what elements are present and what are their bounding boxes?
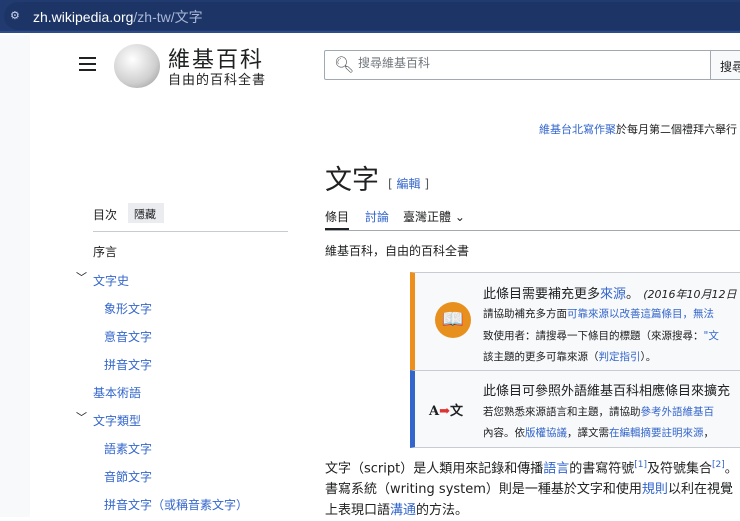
divider: [325, 230, 740, 231]
variant-dropdown[interactable]: 臺灣正體 ⌄: [403, 208, 465, 225]
search-input[interactable]: [358, 56, 698, 70]
site-notice: 維基台北寫作聚於每月第二個禮拜六舉行: [539, 121, 737, 137]
language-link[interactable]: 語言: [543, 461, 569, 476]
sources-link[interactable]: 來源: [600, 287, 626, 302]
toc-item[interactable]: 文字史: [93, 272, 129, 289]
search-box[interactable]: 🔍︎: [324, 50, 714, 80]
address-bar[interactable]: ⚙ zh.wikipedia.org/zh-tw/文字: [0, 0, 740, 33]
tab-article[interactable]: 條目: [325, 208, 349, 225]
site-tagline: 自由的百科全書: [168, 73, 267, 88]
refimprove-notice: 📖 此條目需要補充更多來源。 (2016年10月12日 請協助補充多方面可靠來源…: [410, 272, 740, 371]
foreign-wiki-link[interactable]: 參考外語維基百: [641, 406, 715, 418]
toc-item[interactable]: 語素文字: [104, 440, 152, 457]
search-icon: 🔍︎: [334, 55, 355, 74]
toc-heading: 目次: [93, 208, 118, 222]
toc-item[interactable]: 拼音文字: [104, 356, 152, 373]
translate-notice: A➡文 此條目可參照外語維基百科相應條目來擴充 若您熟悉來源語言和主題，請協助參…: [410, 370, 740, 448]
site-settings-icon[interactable]: ⚙: [10, 9, 20, 22]
side-strip: [0, 35, 30, 517]
toc-item[interactable]: 基本術語: [93, 384, 141, 401]
rules-link[interactable]: 規則: [642, 482, 668, 497]
toc-item[interactable]: 序言: [93, 243, 117, 260]
book-icon: 📖: [435, 302, 471, 338]
url-text[interactable]: zh.wikipedia.org/zh-tw/文字: [33, 7, 203, 27]
translate-icon: A➡文: [429, 404, 464, 419]
attribution-link[interactable]: 在編輯摘要註明來源: [609, 427, 704, 439]
toc-item[interactable]: 意音文字: [104, 328, 152, 345]
toc-item[interactable]: 文字類型: [93, 412, 141, 429]
article-tagline: 維基百科，自由的百科全書: [325, 244, 470, 258]
chevron-down-icon[interactable]: ﹀: [76, 409, 87, 425]
variant-label: 臺灣正體: [403, 210, 452, 224]
main-menu-icon[interactable]: [79, 57, 96, 71]
ref-link[interactable]: [1]: [634, 460, 647, 470]
edit-link[interactable]: 編輯: [397, 177, 421, 191]
page-title: 文字: [325, 165, 379, 196]
search-button[interactable]: 搜尋: [710, 50, 740, 80]
banner-link[interactable]: 維基台北寫作聚: [539, 123, 616, 136]
source-search-link[interactable]: "文: [704, 330, 719, 342]
wikipedia-logo-icon[interactable]: [114, 44, 160, 88]
toc-hide-button[interactable]: 隱藏: [128, 203, 164, 223]
ref-link[interactable]: [2]: [712, 460, 725, 470]
chevron-down-icon: ⌄: [454, 210, 465, 224]
url-path: /zh-tw/文字: [133, 9, 203, 25]
communication-link[interactable]: 溝通: [390, 503, 416, 518]
banner-text: 於每月第二個禮拜六舉行: [616, 123, 737, 136]
edit-section: [ 編輯 ]: [388, 177, 430, 191]
chevron-down-icon[interactable]: ﹀: [76, 269, 87, 285]
toc-item[interactable]: 音節文字: [104, 468, 152, 485]
toc-item[interactable]: 象形文字: [104, 300, 152, 317]
notice-title: 此條目可參照外語維基百科相應條目來擴充: [483, 384, 731, 399]
license-link[interactable]: 版權協議: [525, 427, 567, 439]
divider: [93, 231, 288, 232]
article-intro: 文字（script）是人類用來記錄和傳播語言的書寫符號[1]及符號集合[2]。書…: [325, 460, 738, 519]
url-host: zh.wikipedia.org: [33, 9, 134, 25]
tab-talk[interactable]: 討論: [365, 208, 389, 225]
reliable-sources-link[interactable]: 可靠來源以改善這篇條目，無法: [567, 308, 714, 320]
toc-item[interactable]: 拼音文字（或稱音素文字）: [104, 496, 248, 513]
guideline-link[interactable]: 判定指引: [599, 351, 641, 363]
